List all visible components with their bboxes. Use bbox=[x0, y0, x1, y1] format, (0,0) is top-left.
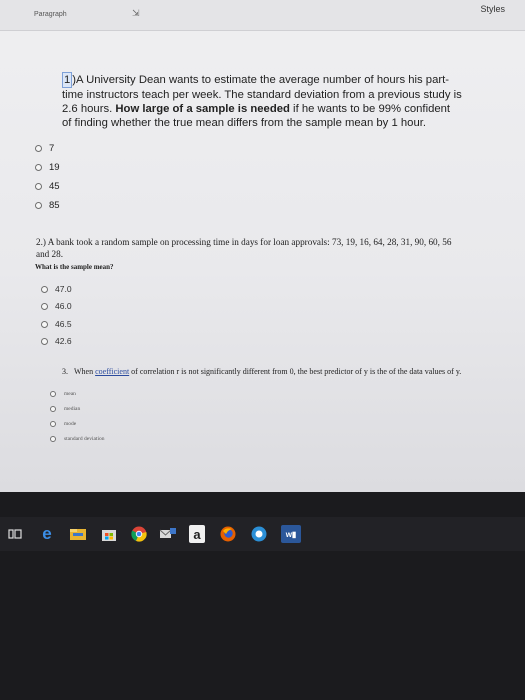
question-2-prompt: What is the sample mean? bbox=[35, 263, 114, 271]
taskbar: e a w▮ bbox=[0, 517, 525, 551]
task-view-icon[interactable] bbox=[8, 525, 22, 543]
question-2-option[interactable]: 46.0 bbox=[41, 301, 72, 311]
paragraph-group-label: Paragraph bbox=[34, 11, 67, 18]
dialog-launcher-icon[interactable]: ⇲ bbox=[132, 8, 140, 19]
radio-button-icon[interactable] bbox=[35, 202, 42, 209]
amazon-icon[interactable]: a bbox=[189, 525, 205, 543]
radio-button-icon[interactable] bbox=[35, 145, 42, 152]
document-page: Paragraph ⇲ Styles 1)A University Dean w… bbox=[0, 0, 525, 492]
question-1-option[interactable]: 19 bbox=[35, 162, 60, 173]
question-1-option[interactable]: 85 bbox=[35, 200, 60, 211]
radio-button-icon[interactable] bbox=[41, 285, 48, 293]
question-1-number: 1 bbox=[62, 72, 73, 88]
radio-button-icon[interactable] bbox=[35, 183, 42, 190]
question-1: 1)A University Dean wants to estimate th… bbox=[62, 72, 462, 130]
radio-button-icon[interactable] bbox=[50, 391, 56, 397]
ribbon: Paragraph ⇲ Styles bbox=[0, 0, 525, 31]
word-icon[interactable]: w▮ bbox=[281, 525, 301, 543]
edge-icon[interactable]: e bbox=[38, 524, 56, 543]
email-icon[interactable] bbox=[159, 525, 177, 543]
question-3-option[interactable]: mean bbox=[50, 391, 76, 397]
question-1-option[interactable]: 7 bbox=[35, 143, 54, 154]
question-2-option[interactable]: 46.5 bbox=[41, 319, 72, 329]
radio-button-icon[interactable] bbox=[50, 436, 56, 442]
radio-button-icon[interactable] bbox=[41, 302, 48, 310]
question-1-emphasis: How large of a sample is needed bbox=[115, 103, 290, 115]
firefox-icon[interactable] bbox=[219, 525, 237, 543]
question-1-option[interactable]: 45 bbox=[35, 181, 60, 192]
styles-group-label: Styles bbox=[480, 4, 505, 14]
file-explorer-icon[interactable] bbox=[69, 525, 87, 543]
question-2-option[interactable]: 42.6 bbox=[41, 336, 72, 346]
question-3-option[interactable]: standard deviation bbox=[50, 436, 104, 442]
radio-button-icon[interactable] bbox=[50, 406, 56, 412]
coefficient-link[interactable]: coefficient bbox=[95, 367, 129, 376]
radio-button-icon[interactable] bbox=[41, 320, 48, 328]
question-3-option[interactable]: mode bbox=[50, 421, 76, 427]
question-2-text: 2.) A bank took a random sample on proce… bbox=[36, 237, 452, 259]
app-icon[interactable] bbox=[250, 525, 268, 543]
chrome-icon[interactable] bbox=[130, 525, 148, 543]
radio-button-icon[interactable] bbox=[35, 164, 42, 171]
question-3: 3. When coefficient of correlation r is … bbox=[62, 367, 462, 376]
radio-button-icon[interactable] bbox=[41, 337, 48, 345]
question-3-option[interactable]: median bbox=[50, 406, 80, 412]
radio-button-icon[interactable] bbox=[50, 421, 56, 427]
question-2-option[interactable]: 47.0 bbox=[41, 284, 72, 294]
question-3-number: 3. bbox=[62, 367, 68, 376]
store-icon[interactable] bbox=[100, 525, 118, 543]
